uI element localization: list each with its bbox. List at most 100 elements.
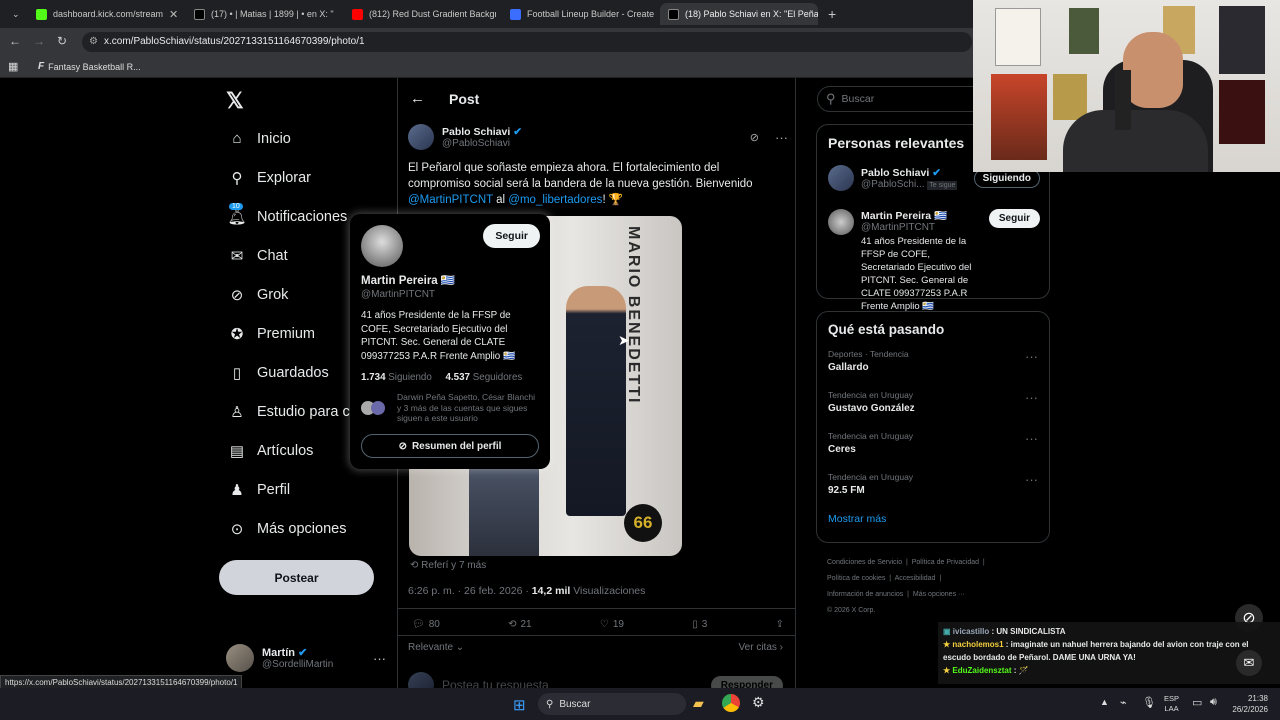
bookmark-icon: ▯ [692, 619, 698, 630]
search-icon: ⚲ [826, 91, 836, 106]
poster [995, 8, 1041, 66]
clock[interactable]: 21:38 26/2/2026 [1226, 693, 1268, 715]
mention-link[interactable]: @MartinPITCNT [408, 194, 493, 206]
nav-home[interactable]: ⌂ Inicio [218, 119, 398, 158]
chevron-up-icon[interactable]: ▲ [1100, 697, 1109, 707]
reload-icon[interactable]: ↻ [57, 34, 67, 48]
app-icon[interactable]: ⚙ [752, 694, 765, 711]
profile-summary-button[interactable]: ⊘ Resumen del perfil [361, 434, 539, 458]
grok-icon[interactable]: ⊘ [750, 131, 759, 144]
mic-icon[interactable]: 🎙︎ [1142, 696, 1156, 709]
chrome-icon[interactable] [722, 694, 740, 712]
address-bar[interactable]: ⚙ x.com/PabloSchiavi/status/2027133151164… [82, 32, 972, 52]
like-button[interactable]: ♡ 19 [600, 619, 624, 630]
forward-icon[interactable]: → [33, 34, 45, 48]
repost-info[interactable]: ⟲ Referí y 7 más [410, 560, 486, 571]
follow-button[interactable]: Seguir [988, 209, 1040, 228]
youtube-icon [352, 8, 363, 20]
folder-icon[interactable]: ▰ [693, 695, 704, 712]
new-tab-button[interactable]: + [820, 3, 840, 25]
trend-item[interactable]: Tendencia en Uruguay Ceres ··· [828, 431, 1038, 472]
volume-icon[interactable]: 🔊︎ [1210, 696, 1217, 709]
network-icon[interactable]: ⌁ [1120, 696, 1127, 709]
avatar[interactable] [361, 225, 403, 267]
see-quotes-link[interactable]: Ver citas › [739, 642, 783, 653]
stream-chat: ▣ ivicastillo : UN SINDICALISTA ★ nachol… [938, 622, 1280, 684]
more-icon[interactable]: ··· [1025, 390, 1038, 405]
poster [1069, 8, 1099, 54]
windows-start-icon[interactable]: ⊞ [513, 696, 526, 714]
reply-button[interactable]: 💬︎ 80 [412, 619, 440, 630]
bookmark-fantasy[interactable]: F Fantasy Basketball R... [38, 61, 141, 72]
chat-message: ▣ ivicastillo : UN SINDICALISTA [943, 627, 1066, 636]
followed-by: Darwin Peña Sapetto, César Blanchi y 3 m… [361, 392, 539, 424]
webcam-overlay [973, 0, 1280, 172]
followers-link[interactable]: 4.537 Seguidores [445, 372, 522, 383]
x-logo-icon[interactable]: 𝕏 [226, 88, 244, 114]
mail-icon: ✉ [230, 247, 244, 265]
lineup-icon [510, 8, 521, 20]
tab-x-pablo[interactable]: (18) Pablo Schiavi en X: "El Peña✕ [660, 3, 818, 25]
back-icon[interactable]: ← [9, 34, 21, 48]
poster [1219, 6, 1265, 74]
more-circle-icon: ⊙ [230, 520, 244, 538]
tab-list-button[interactable]: ⌄ [4, 3, 24, 25]
repost-button[interactable]: ⟲ 21 [508, 619, 532, 630]
more-icon[interactable]: ··· [1025, 431, 1038, 446]
trend-item[interactable]: Tendencia en Uruguay Gustavo González ··· [828, 390, 1038, 431]
divider [398, 608, 795, 609]
back-arrow-icon[interactable]: ← [410, 90, 425, 107]
more-icon[interactable]: ··· [373, 651, 386, 666]
nav-profile[interactable]: ♟ Perfil [218, 470, 398, 509]
person-row[interactable]: Martin Pereira 🇺🇾 @MartinPITCNT 41 años Pr… [828, 209, 1040, 313]
star-icon: ★ [943, 640, 953, 649]
nav-explore[interactable]: ⚲ Explorar [218, 158, 398, 197]
follow-button[interactable]: Seguir [483, 224, 540, 248]
trend-item[interactable]: Tendencia en Uruguay 92.5 FM ··· [828, 472, 1038, 513]
post-button[interactable]: Postear [219, 560, 374, 595]
apps-grid-icon[interactable]: ▦ [8, 60, 18, 73]
tab-kick[interactable]: dashboard.kick.com/stream ✕ [28, 3, 180, 25]
monitor-icon[interactable]: ▭ [1192, 696, 1202, 709]
account-switcher[interactable]: Martín ✔ @SordelliMartin ··· [226, 644, 386, 672]
more-icon[interactable]: ··· [1025, 349, 1038, 364]
person-icon: ♟ [230, 481, 244, 499]
taskbar-search[interactable]: ⚲ Buscar [538, 693, 686, 715]
relevance-sort[interactable]: Relevante ⌄ [408, 642, 464, 653]
mention-link[interactable]: @mo_libertadores [508, 194, 602, 206]
following-link[interactable]: 1.734 Siguiendo [361, 372, 432, 383]
tab-youtube[interactable]: (812) Red Dust Gradient Backgr✕ [344, 3, 496, 25]
avatar [371, 400, 385, 415]
close-icon[interactable]: ✕ [169, 8, 178, 21]
share-icon[interactable]: ⇪ [776, 619, 784, 630]
trend-item[interactable]: Deportes · Tendencia Gallardo ··· [828, 349, 1038, 390]
follow-stats: 1.734 Siguiendo 4.537 Seguidores [361, 372, 522, 383]
tab-x-matias[interactable]: (17) • | Matias | 1899 | • en X: "✕ [186, 3, 338, 25]
language-indicator[interactable]: ESP LAA [1164, 694, 1179, 714]
avatar [828, 165, 854, 191]
streamer [1123, 32, 1183, 108]
verified-icon: ✔ [932, 166, 942, 179]
show-more-link[interactable]: Mostrar más [828, 513, 1038, 525]
nav-more[interactable]: ⊙ Más opciones [218, 509, 398, 548]
notification-badge: 10 [229, 203, 243, 210]
x-logo-icon [668, 8, 679, 20]
repost-icon: ⟲ [508, 619, 517, 630]
repost-icon: ⟲ [410, 560, 422, 571]
more-icon[interactable]: ··· [775, 130, 788, 145]
verified-icon: ✔ [513, 125, 523, 138]
verified-icon: ✔ [298, 647, 308, 659]
more-icon[interactable]: ··· [1025, 472, 1038, 487]
heart-icon: ♡ [599, 619, 609, 630]
post-header: ← Post [410, 90, 480, 107]
site-info-icon[interactable]: ⚙ [89, 32, 98, 52]
bookmark-button[interactable]: ▯ 3 [692, 619, 707, 630]
avatar[interactable] [408, 124, 434, 150]
mail-icon[interactable]: ✉ [1236, 650, 1262, 676]
poster [1219, 80, 1265, 144]
tab-lineup-builder[interactable]: Football Lineup Builder - Create✕ [502, 3, 654, 25]
post-author: Pablo Schiavi ✔ @PabloSchiavi ⊘ ··· [408, 124, 788, 150]
avatar [226, 644, 254, 672]
microphone [1115, 70, 1131, 130]
search-icon: ⚲ [231, 169, 243, 187]
